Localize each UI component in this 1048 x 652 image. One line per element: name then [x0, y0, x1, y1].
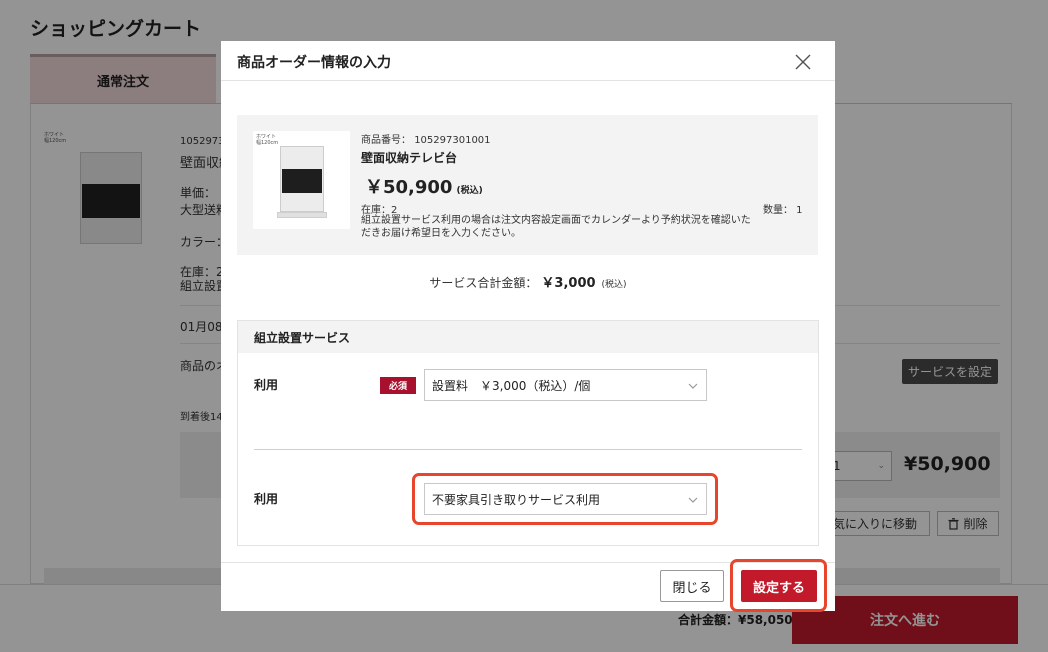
- section-header: 組立設置サービス: [238, 321, 818, 353]
- product-price: ￥50,900 (税込): [365, 173, 483, 199]
- section-title: 組立設置サービス: [254, 331, 351, 345]
- highlight-furniture-pickup: [412, 473, 718, 525]
- product-image-tag: ホワイト 幅120cm: [256, 134, 279, 146]
- product-name: 壁面収納テレビ台: [361, 151, 458, 165]
- installation-fee-value: 設置料 ￥3,000（税込）/個: [432, 378, 591, 393]
- product-number-value: 105297301001: [414, 135, 491, 146]
- product-number: 商品番号： 105297301001: [361, 131, 491, 146]
- tv-shape: [282, 169, 322, 193]
- product-summary-card: ホワイト 幅120cm 商品番号： 105297301001 壁面収納テレビ台 …: [237, 115, 818, 255]
- product-quantity: 数量： 1: [763, 205, 803, 216]
- highlight-set-button: [730, 559, 827, 612]
- product-image: ホワイト 幅120cm: [253, 131, 350, 229]
- required-badge: 必須: [380, 377, 416, 394]
- product-price-value: ￥50,900: [365, 177, 453, 198]
- usage-label-1: 利用: [254, 378, 279, 392]
- product-note: 組立設置サービス利用の場合は注文内容設定画面でカレンダーより予約状況を確認いただ…: [361, 215, 751, 239]
- modal-title: 商品オーダー情報の入力: [237, 55, 391, 71]
- order-info-modal: 商品オーダー情報の入力 ホワイト 幅120cm 商品番号： 1052973010…: [221, 41, 835, 612]
- section-divider: [254, 449, 802, 450]
- modal-header: 商品オーダー情報の入力: [221, 41, 835, 81]
- service-total-amount: ￥3,000: [541, 276, 596, 291]
- product-price-tax: (税込): [456, 186, 483, 196]
- assembly-service-section: 組立設置サービス 利用 必須 設置料 ￥3,000（税込）/個 利用 不要家具引…: [237, 320, 819, 546]
- usage-label-2: 利用: [254, 492, 279, 506]
- service-total-tax: (税込): [601, 280, 627, 290]
- close-button[interactable]: 閉じる: [660, 570, 724, 602]
- product-number-label: 商品番号：: [361, 135, 411, 146]
- service-total: サービス合計金額： ￥3,000 (税込): [221, 272, 835, 291]
- chevron-down-icon: [688, 383, 698, 389]
- close-icon[interactable]: [793, 52, 813, 72]
- installation-fee-select[interactable]: 設置料 ￥3,000（税込）/個: [424, 369, 707, 401]
- service-total-label: サービス合計金額：: [429, 276, 538, 290]
- base-shape: [277, 212, 327, 218]
